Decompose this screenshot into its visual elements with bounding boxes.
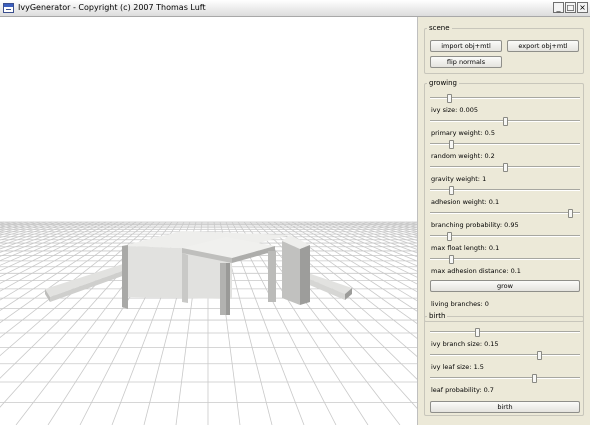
slider-thumb[interactable] xyxy=(449,140,454,149)
growing-slider[interactable] xyxy=(430,232,580,241)
close-icon[interactable]: × xyxy=(577,2,588,13)
growing-slider-label: gravity weight: 1 xyxy=(431,175,487,183)
growing-legend: growing xyxy=(429,79,457,87)
growing-slider-label: branching probability: 0.95 xyxy=(431,221,519,229)
3d-viewport[interactable] xyxy=(0,17,417,425)
scene-render xyxy=(0,221,417,425)
birth-slider[interactable] xyxy=(430,351,580,360)
slider-thumb[interactable] xyxy=(537,351,542,360)
slider-thumb[interactable] xyxy=(532,374,537,383)
birth-legend: birth xyxy=(429,312,446,320)
birth-button[interactable]: birth xyxy=(430,401,580,413)
slider-thumb[interactable] xyxy=(568,209,573,218)
growing-slider-label: random weight: 0.2 xyxy=(431,152,495,160)
import-obj-button[interactable]: import obj+mtl xyxy=(430,40,502,52)
growing-slider[interactable] xyxy=(430,255,580,264)
slider-thumb[interactable] xyxy=(449,255,454,264)
slider-track xyxy=(430,97,580,99)
slider-thumb[interactable] xyxy=(503,163,508,172)
birth-slider[interactable] xyxy=(430,328,580,337)
growing-slider[interactable] xyxy=(430,163,580,172)
growing-slider[interactable] xyxy=(430,94,580,103)
maximize-icon[interactable]: □ xyxy=(565,2,576,13)
flip-normals-button[interactable]: flip normals xyxy=(430,56,502,68)
app-icon xyxy=(3,3,14,13)
minimize-icon[interactable]: _ xyxy=(553,2,564,13)
birth-group: birth ivy branch size: 0.15 ivy leaf size… xyxy=(424,312,584,416)
slider-thumb[interactable] xyxy=(449,186,454,195)
title-bar: IvyGenerator - Copyright (c) 2007 Thomas… xyxy=(0,0,590,17)
slider-thumb[interactable] xyxy=(447,94,452,103)
birth-slider[interactable] xyxy=(430,374,580,383)
window-title: IvyGenerator - Copyright (c) 2007 Thomas… xyxy=(18,3,206,12)
slider-track xyxy=(430,354,580,356)
window-controls: _ □ × xyxy=(553,2,588,13)
birth-slider-label: leaf probability: 0.7 xyxy=(431,386,494,394)
scene-group: scene import obj+mtl export obj+mtl flip… xyxy=(424,24,584,74)
growing-slider[interactable] xyxy=(430,117,580,126)
living-branches-label: living branches: 0 xyxy=(431,300,489,308)
growing-slider[interactable] xyxy=(430,140,580,149)
export-obj-button[interactable]: export obj+mtl xyxy=(507,40,579,52)
slider-track xyxy=(430,331,580,333)
growing-slider[interactable] xyxy=(430,209,580,218)
slider-thumb[interactable] xyxy=(475,328,480,337)
slider-thumb[interactable] xyxy=(503,117,508,126)
growing-slider-label: adhesion weight: 0.1 xyxy=(431,198,500,206)
growing-slider-label: max adhesion distance: 0.1 xyxy=(431,267,521,275)
slider-track xyxy=(430,377,580,379)
birth-slider-label: ivy leaf size: 1.5 xyxy=(431,363,484,371)
slider-thumb[interactable] xyxy=(447,232,452,241)
control-panel: scene import obj+mtl export obj+mtl flip… xyxy=(417,17,590,425)
slider-track xyxy=(430,235,580,237)
growing-slider-label: max float length: 0.1 xyxy=(431,244,500,252)
growing-slider-label: ivy size: 0.005 xyxy=(431,106,479,114)
growing-slider-label: primary weight: 0.5 xyxy=(431,129,496,137)
growing-slider[interactable] xyxy=(430,186,580,195)
grow-button[interactable]: grow xyxy=(430,280,580,292)
growing-group: growing ivy size: 0.005 primary weight: 0… xyxy=(424,79,584,322)
slider-track xyxy=(430,212,580,214)
scene-legend: scene xyxy=(429,24,450,32)
birth-slider-label: ivy branch size: 0.15 xyxy=(431,340,499,348)
